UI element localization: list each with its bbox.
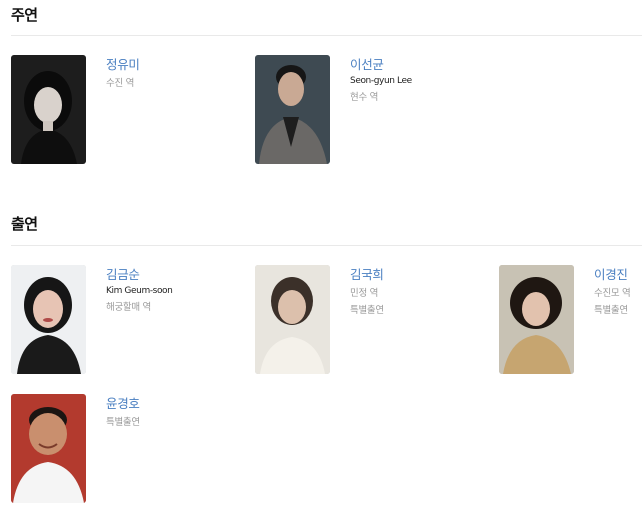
actor-name[interactable]: 김금순 [106, 267, 246, 283]
cast-card-yoon-kyungho[interactable]: 윤경호 특별출연 [11, 394, 251, 504]
section-title-supporting: 출연 [11, 215, 38, 233]
actor-role: 현수 역 [350, 92, 379, 103]
actor-role: 수진 역 [106, 78, 135, 89]
actor-role: 특별출연 [106, 417, 140, 428]
cast-card-jung-yumi[interactable]: 정유미 수진 역 [11, 55, 251, 165]
actor-english-name: Seon-gyun Lee [350, 76, 412, 86]
cast-card-kim-gukhee[interactable]: 김국희 민정 역 특별출연 [255, 265, 495, 375]
section-divider [11, 35, 642, 36]
actor-photo[interactable] [499, 265, 574, 374]
actor-photo[interactable] [11, 55, 86, 164]
actor-role: 민정 역 [350, 288, 379, 299]
cast-card-kim-geumsoon[interactable]: 김금순 Kim Geum-soon 해궁할매 역 [11, 265, 251, 375]
section-divider [11, 245, 642, 246]
actor-photo[interactable] [11, 394, 86, 503]
actor-name[interactable]: 정유미 [106, 57, 246, 73]
actor-name[interactable]: 윤경호 [106, 396, 246, 412]
actor-role-special: 특별출연 [594, 305, 628, 316]
actor-photo[interactable] [255, 265, 330, 374]
actor-name[interactable]: 이선균 [350, 57, 490, 73]
actor-role-special: 특별출연 [350, 305, 384, 316]
actor-name[interactable]: 김국희 [350, 267, 490, 283]
section-title-lead: 주연 [11, 6, 38, 24]
actor-photo[interactable] [11, 265, 86, 374]
cast-card-lee-sunkyun[interactable]: 이선균 Seon-gyun Lee 현수 역 [255, 55, 495, 165]
actor-english-name: Kim Geum-soon [106, 286, 173, 296]
cast-card-lee-kyungjin[interactable]: 이경진 수진모 역 특별출연 [499, 265, 642, 375]
actor-role: 수진모 역 [594, 288, 631, 299]
actor-name[interactable]: 이경진 [594, 267, 642, 283]
actor-photo[interactable] [255, 55, 330, 164]
actor-role: 해궁할매 역 [106, 302, 151, 313]
